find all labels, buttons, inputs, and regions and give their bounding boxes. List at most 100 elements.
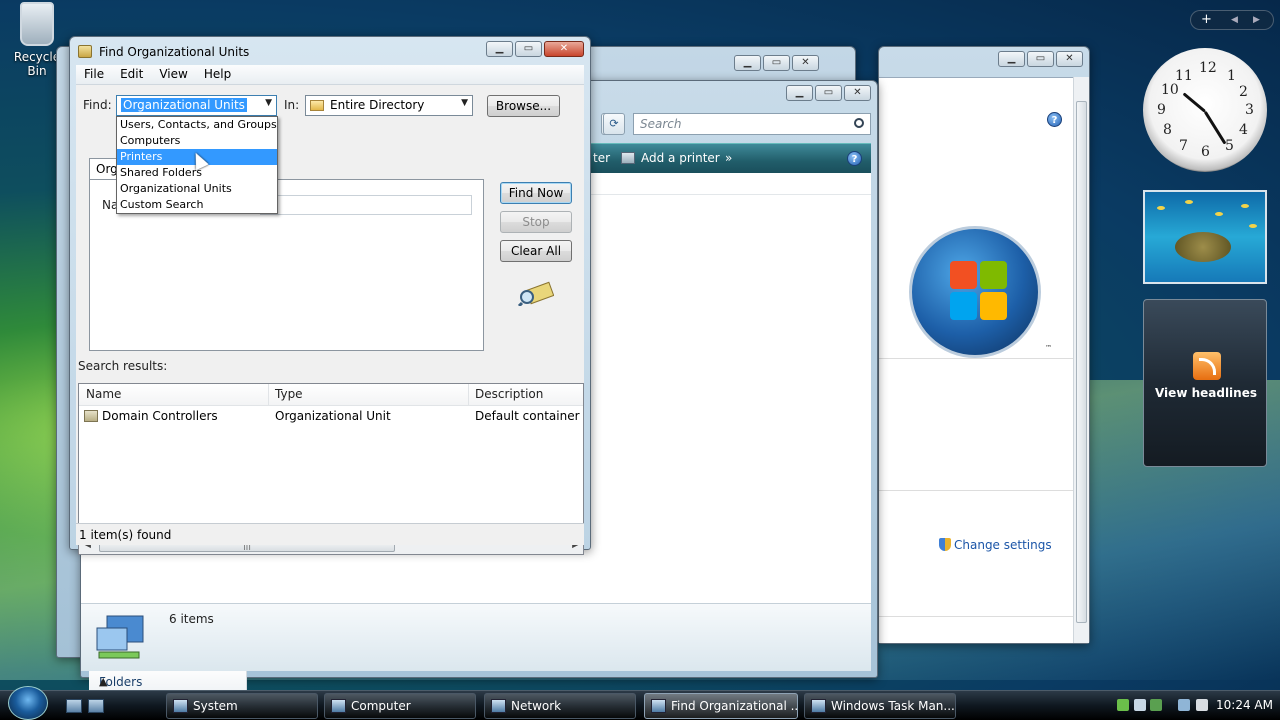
in-label: In: xyxy=(284,98,300,112)
find-dialog-icon xyxy=(78,45,92,58)
minimize-button[interactable]: ▁ xyxy=(998,51,1025,67)
taskbar: System Computer Network Find Organizatio… xyxy=(0,690,1280,720)
find-dialog[interactable]: Find Organizational Units ▁ ▭ ✕ File Edi… xyxy=(69,36,591,555)
clock-number: 11 xyxy=(1175,68,1193,84)
task-manager-icon xyxy=(811,699,826,713)
tray-icon[interactable] xyxy=(1134,699,1146,711)
minimize-button[interactable]: ▁ xyxy=(786,85,813,101)
status-bar: 1 item(s) found xyxy=(76,523,584,545)
taskbar-button-system[interactable]: System xyxy=(166,693,318,719)
vertical-scrollbar[interactable] xyxy=(1073,77,1089,643)
help-icon[interactable]: ? xyxy=(847,151,862,166)
close-button[interactable]: ✕ xyxy=(1056,51,1083,67)
row-description: Default container for xyxy=(475,409,583,423)
taskbar-clock[interactable]: 10:24 AM xyxy=(1216,698,1273,712)
search-results-label: Search results: xyxy=(78,359,168,373)
menu-bar: File Edit View Help xyxy=(76,65,584,85)
menu-file[interactable]: File xyxy=(76,65,112,84)
option-custom-search[interactable]: Custom Search xyxy=(117,197,277,213)
option-computers[interactable]: Computers xyxy=(117,133,277,149)
table-row[interactable]: Domain Controllers Organizational Unit D… xyxy=(79,406,583,426)
menu-help[interactable]: Help xyxy=(196,65,239,84)
column-description[interactable]: Description xyxy=(475,387,543,401)
next-icon[interactable]: ▶ xyxy=(1253,15,1260,25)
clock-number: 9 xyxy=(1157,102,1166,118)
tray-icon[interactable] xyxy=(1150,699,1162,711)
minimize-button[interactable]: ▁ xyxy=(486,41,513,57)
scroll-thumb[interactable] xyxy=(1076,101,1087,623)
chevron-down-icon: ▼ xyxy=(265,98,272,108)
rss-icon xyxy=(1193,352,1221,380)
previous-icon[interactable]: ◀ xyxy=(1231,15,1238,25)
taskbar-button-task-manager[interactable]: Windows Task Man... xyxy=(804,693,956,719)
minimize-button[interactable]: ▁ xyxy=(734,55,761,71)
find-type-select[interactable]: Organizational Units ▼ xyxy=(116,95,277,116)
maximize-button[interactable]: ▭ xyxy=(515,41,542,57)
system-window[interactable]: ▁ ▭ ✕ ? ™ Change settings xyxy=(878,46,1090,644)
feed-headlines-gadget[interactable]: View headlines xyxy=(1143,299,1267,467)
menu-edit[interactable]: Edit xyxy=(112,65,151,84)
clock-hour-hand xyxy=(1182,92,1206,113)
maximize-button[interactable]: ▭ xyxy=(1027,51,1054,67)
clock-number: 5 xyxy=(1225,138,1234,154)
divider xyxy=(879,490,1075,491)
clock-number: 2 xyxy=(1239,84,1248,100)
row-name: Domain Controllers xyxy=(84,409,218,423)
help-icon[interactable]: ? xyxy=(1047,112,1062,127)
browse-button[interactable]: Browse... xyxy=(487,95,560,117)
search-magnifier-icon xyxy=(518,281,554,306)
slideshow-gadget[interactable] xyxy=(1143,190,1267,284)
clock-minute-hand xyxy=(1203,110,1227,145)
find-icon xyxy=(651,699,666,713)
recycle-bin-icon xyxy=(20,2,54,46)
cmd-item-partial[interactable]: ter xyxy=(593,151,610,165)
clock-number: 12 xyxy=(1199,60,1217,76)
find-now-button[interactable]: Find Now xyxy=(500,182,572,204)
view-headlines-label[interactable]: View headlines xyxy=(1144,386,1268,400)
taskbar-button-computer[interactable]: Computer xyxy=(324,693,476,719)
maximize-button[interactable]: ▭ xyxy=(763,55,790,71)
close-button[interactable]: ✕ xyxy=(844,85,871,101)
results-header: Name Type Description xyxy=(79,384,583,406)
column-name[interactable]: Name xyxy=(86,387,121,401)
column-type[interactable]: Type xyxy=(275,387,303,401)
menu-view[interactable]: View xyxy=(151,65,195,84)
start-button[interactable] xyxy=(8,686,48,720)
maximize-button[interactable]: ▭ xyxy=(815,85,842,101)
close-button[interactable]: ✕ xyxy=(792,55,819,71)
system-window-client: ? ™ Change settings xyxy=(879,77,1089,643)
clock-number: 10 xyxy=(1161,82,1179,98)
clock-number: 3 xyxy=(1245,102,1254,118)
network-tray-icon[interactable] xyxy=(1178,699,1190,711)
taskbar-button-find[interactable]: Find Organizational ... xyxy=(644,693,798,719)
chevron-up-icon[interactable]: ▲ xyxy=(99,675,238,688)
find-label: Find: xyxy=(83,98,112,112)
search-icon xyxy=(854,118,864,128)
show-desktop-icon[interactable] xyxy=(66,699,82,713)
close-button[interactable]: ✕ xyxy=(544,41,584,57)
item-count: 6 items xyxy=(169,612,214,626)
change-settings-link[interactable]: Change settings xyxy=(939,538,1052,552)
turtle-icon xyxy=(1175,232,1231,262)
column-header xyxy=(591,173,871,195)
clear-all-button[interactable]: Clear All xyxy=(500,240,572,262)
stop-button[interactable]: Stop xyxy=(500,211,572,233)
name-field[interactable] xyxy=(260,195,472,215)
volume-muted-icon[interactable] xyxy=(1196,699,1208,711)
taskbar-button-network[interactable]: Network xyxy=(484,693,636,719)
clock-number: 8 xyxy=(1163,122,1172,138)
organizational-unit-icon xyxy=(84,410,98,422)
row-type: Organizational Unit xyxy=(275,409,391,423)
option-organizational-units[interactable]: Organizational Units xyxy=(117,181,277,197)
tray-icon[interactable] xyxy=(1117,699,1129,711)
refresh-icon[interactable]: ⟳ xyxy=(603,113,625,135)
search-input[interactable]: Search xyxy=(633,113,871,135)
add-gadget-button[interactable]: + xyxy=(1201,12,1212,27)
option-users-contacts-groups[interactable]: Users, Contacts, and Groups xyxy=(117,117,277,133)
add-printer-button[interactable]: Add a printer xyxy=(621,151,720,165)
in-scope-select[interactable]: Entire Directory ▼ xyxy=(305,95,473,116)
more-commands-button[interactable]: » xyxy=(725,151,732,165)
switch-windows-icon[interactable] xyxy=(88,699,104,713)
clock-gadget[interactable]: 12 1 2 3 4 5 6 7 8 9 10 11 xyxy=(1143,48,1267,172)
sidebar-controls: + ◀ ▶ xyxy=(1190,10,1274,30)
